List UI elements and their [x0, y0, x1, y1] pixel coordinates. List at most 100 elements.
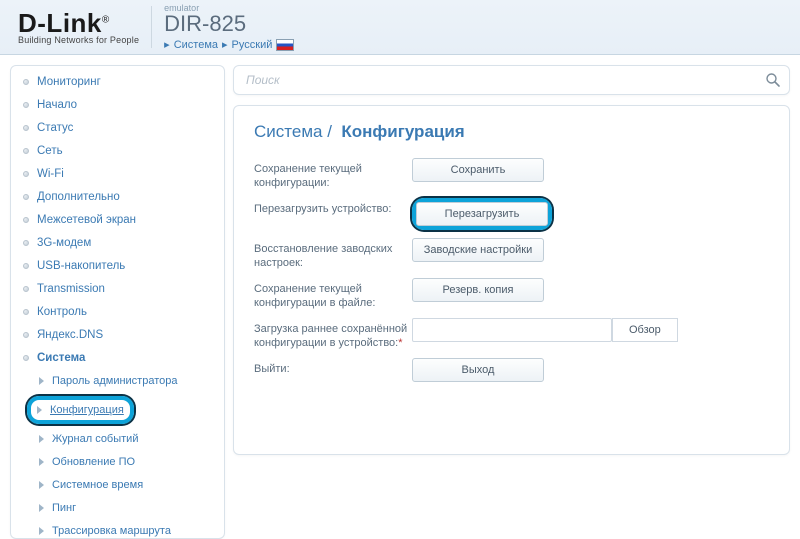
- label-factory-reset: Восстановление заводских настроек:: [254, 238, 412, 270]
- highlight-marker: Конфигурация: [27, 396, 134, 424]
- header: D-Link® Building Networks for People emu…: [0, 0, 800, 55]
- caret-right-icon: [39, 504, 44, 512]
- bullet-icon: [23, 217, 29, 223]
- chevron-right-icon: ▸: [222, 38, 228, 51]
- sidebar-item-usb-storage[interactable]: USB-накопитель: [11, 254, 224, 277]
- sidebar-item-firewall[interactable]: Межсетевой экран: [11, 208, 224, 231]
- sidebar-item-admin-password[interactable]: Пароль администратора: [11, 369, 224, 392]
- sidebar-item-label: Журнал событий: [52, 431, 138, 447]
- caret-right-icon: [39, 481, 44, 489]
- page-title: Система / Конфигурация: [254, 122, 769, 142]
- sidebar-item-label: Пинг: [52, 500, 76, 516]
- sidebar-item-label: Пароль администратора: [52, 373, 178, 389]
- sidebar-item-label: Дополнительно: [37, 189, 120, 205]
- brand-logo: D-Link® Building Networks for People: [18, 10, 139, 45]
- sidebar-item-label: Межсетевой экран: [37, 212, 136, 228]
- backup-button[interactable]: Резерв. копия: [412, 278, 544, 302]
- row-reboot: Перезагрузить устройство: Перезагрузить: [254, 198, 769, 230]
- label-save-config: Сохранение текущей конфигурации:: [254, 158, 412, 190]
- save-button[interactable]: Сохранить: [412, 158, 544, 182]
- chevron-right-icon: ▸: [164, 38, 170, 51]
- sidebar-item-label: Системное время: [52, 477, 143, 493]
- bullet-icon: [23, 309, 29, 315]
- row-save-config: Сохранение текущей конфигурации: Сохрани…: [254, 158, 769, 190]
- sidebar-item-system-time[interactable]: Системное время: [11, 473, 224, 496]
- bullet-icon: [23, 332, 29, 338]
- sidebar-item-label: Контроль: [37, 304, 87, 320]
- caret-right-icon: [37, 406, 42, 414]
- sidebar-item-label: Wi-Fi: [37, 166, 64, 182]
- factory-reset-button[interactable]: Заводские настройки: [412, 238, 544, 262]
- sidebar-item-label: 3G-модем: [37, 235, 91, 251]
- crumb-section[interactable]: Система: [174, 39, 218, 51]
- logo-tagline: Building Networks for People: [18, 35, 139, 45]
- flag-ru-icon[interactable]: [276, 39, 294, 51]
- search-bar: [233, 65, 790, 95]
- sidebar-item-wifi[interactable]: Wi-Fi: [11, 162, 224, 185]
- sidebar-item-advanced[interactable]: Дополнительно: [11, 185, 224, 208]
- required-asterisk: *: [398, 337, 402, 349]
- search-icon[interactable]: [765, 72, 781, 88]
- sidebar-item-control[interactable]: Контроль: [11, 300, 224, 323]
- logo-text: D-Link®: [18, 10, 139, 36]
- row-upload-config: Загрузка раннее сохранённой конфигурации…: [254, 318, 769, 350]
- sidebar-item-label: Начало: [37, 97, 77, 113]
- sidebar-item-label: Обновление ПО: [52, 454, 135, 470]
- row-backup: Сохранение текущей конфигурации в файле:…: [254, 278, 769, 310]
- caret-right-icon: [39, 377, 44, 385]
- label-logout: Выйти:: [254, 358, 412, 376]
- sidebar-item-transmission[interactable]: Transmission: [11, 277, 224, 300]
- sidebar-item-ping[interactable]: Пинг: [11, 496, 224, 519]
- sidebar-item-label: Статус: [37, 120, 73, 136]
- sidebar-item-label: Transmission: [37, 281, 105, 297]
- caret-right-icon: [39, 458, 44, 466]
- model-block: emulator DIR-825 ▸ Система ▸ Русский: [164, 3, 294, 51]
- row-factory-reset: Восстановление заводских настроек: Завод…: [254, 238, 769, 270]
- sidebar-item-status[interactable]: Статус: [11, 116, 224, 139]
- sidebar-item-3g[interactable]: 3G-модем: [11, 231, 224, 254]
- sidebar-item-start[interactable]: Начало: [11, 93, 224, 116]
- bullet-icon: [23, 79, 29, 85]
- caret-right-icon: [39, 527, 44, 535]
- upload-file-path-input[interactable]: [412, 318, 612, 342]
- sidebar-item-configuration[interactable]: Конфигурация: [11, 392, 224, 427]
- sidebar-item-event-log[interactable]: Журнал событий: [11, 427, 224, 450]
- sidebar-item-label: Мониторинг: [37, 74, 101, 90]
- bullet-icon: [23, 194, 29, 200]
- divider: [151, 6, 152, 48]
- sidebar-item-firmware-update[interactable]: Обновление ПО: [11, 450, 224, 473]
- sidebar-item-traceroute[interactable]: Трассировка маршрута: [11, 519, 224, 539]
- bullet-icon: [23, 263, 29, 269]
- browse-button[interactable]: Обзор: [612, 318, 678, 342]
- caret-right-icon: [39, 435, 44, 443]
- crumb-language[interactable]: Русский: [232, 39, 273, 51]
- breadcrumb: ▸ Система ▸ Русский: [164, 38, 294, 51]
- sidebar-item-label: Трассировка маршрута: [52, 523, 171, 539]
- sidebar-item-label: Сеть: [37, 143, 63, 159]
- reboot-button[interactable]: Перезагрузить: [416, 202, 548, 226]
- sidebar-item-yandex-dns[interactable]: Яндекс.DNS: [11, 323, 224, 346]
- sidebar-item-monitoring[interactable]: Мониторинг: [11, 70, 224, 93]
- bullet-icon: [23, 355, 29, 361]
- bullet-icon: [23, 148, 29, 154]
- label-reboot: Перезагрузить устройство:: [254, 198, 412, 216]
- sidebar-item-label: Конфигурация: [50, 402, 124, 418]
- sidebar-item-label: Система: [37, 350, 85, 366]
- row-logout: Выйти: Выход: [254, 358, 769, 382]
- label-backup: Сохранение текущей конфигурации в файле:: [254, 278, 412, 310]
- logout-button[interactable]: Выход: [412, 358, 544, 382]
- sidebar-item-system[interactable]: Система: [11, 346, 224, 369]
- search-input[interactable]: [246, 73, 765, 87]
- sidebar-item-network[interactable]: Сеть: [11, 139, 224, 162]
- content-panel: Система / Конфигурация Сохранение текуще…: [233, 105, 790, 455]
- bullet-icon: [23, 171, 29, 177]
- highlight-marker: Перезагрузить: [412, 198, 552, 230]
- sidebar: Мониторинг Начало Статус Сеть Wi-Fi Допо…: [10, 65, 225, 539]
- bullet-icon: [23, 102, 29, 108]
- sidebar-item-label: Яндекс.DNS: [37, 327, 103, 343]
- label-upload-config: Загрузка раннее сохранённой конфигурации…: [254, 318, 412, 350]
- sidebar-item-label: USB-накопитель: [37, 258, 125, 274]
- main-area: Система / Конфигурация Сохранение текуще…: [233, 65, 790, 539]
- bullet-icon: [23, 240, 29, 246]
- model-name: DIR-825: [164, 13, 294, 35]
